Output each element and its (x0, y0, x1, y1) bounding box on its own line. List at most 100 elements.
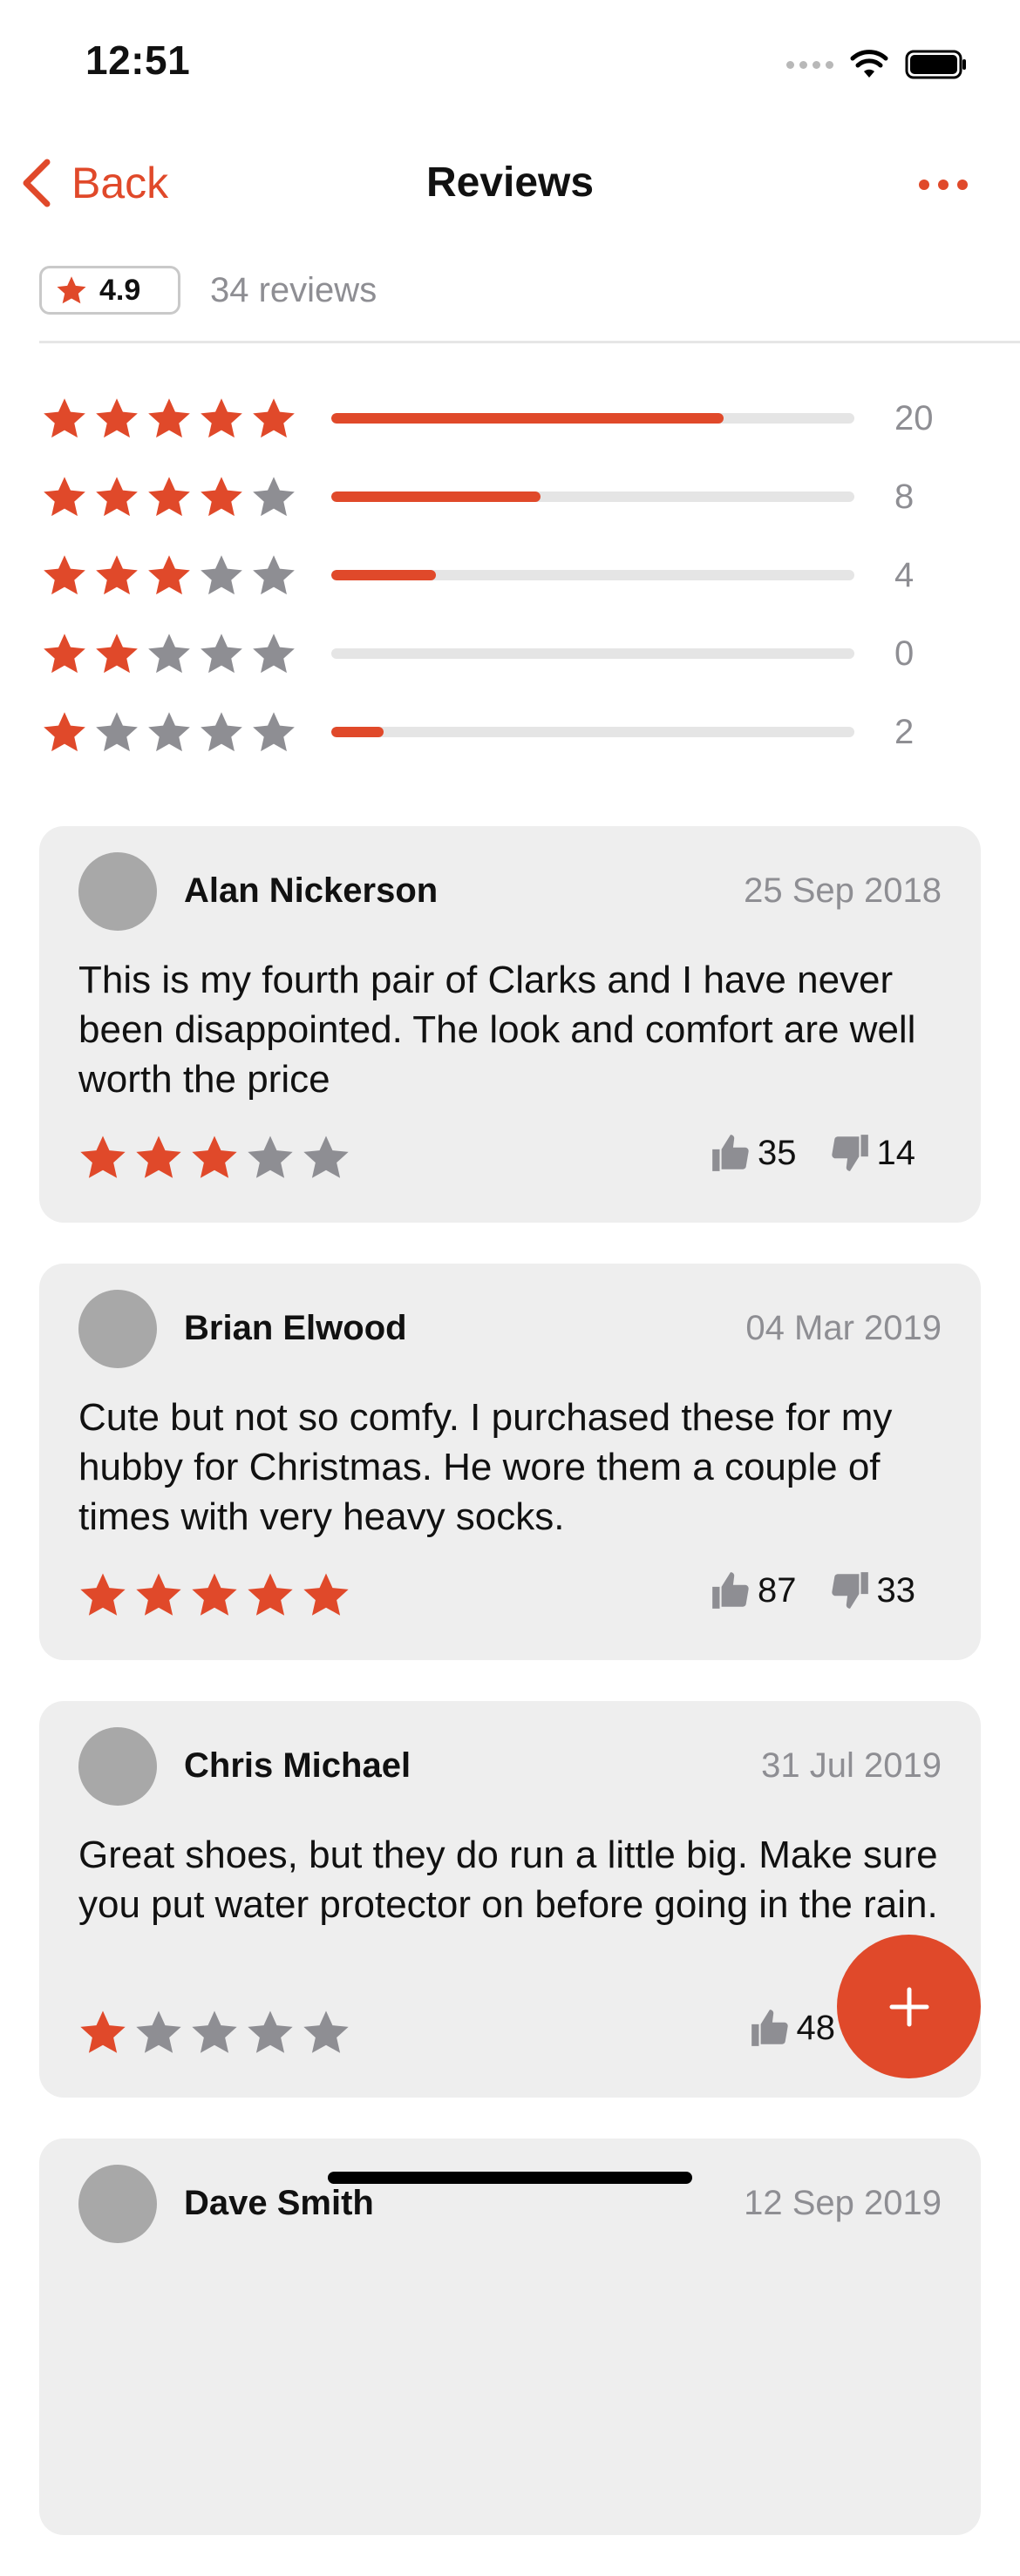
like-button[interactable]: 87 (709, 1569, 797, 1612)
divider (39, 341, 1020, 343)
star-icon (248, 1135, 293, 1178)
like-count: 48 (796, 2008, 836, 2047)
review-card: Chris Michael 31 Jul 2019 Great shoes, but… (39, 1701, 981, 2098)
review-star-rating (78, 1570, 350, 1619)
star-icon (57, 276, 86, 304)
status-bar: 12:51 (0, 0, 1020, 131)
star-icon (248, 1573, 293, 1616)
plus-icon (889, 1987, 928, 2026)
star-icon (148, 712, 190, 752)
rating-bar-fill (331, 491, 541, 502)
star-icon (44, 634, 85, 674)
star-icon (80, 1573, 126, 1616)
star-icon (192, 2010, 237, 2053)
star-icon (96, 398, 138, 438)
star-icon (148, 477, 190, 517)
battery-icon (905, 50, 966, 79)
review-count: 34 reviews (210, 270, 377, 309)
rating-breakdown-row: 0 (42, 614, 949, 693)
review-votes: 35 14 (709, 1131, 915, 1175)
star-icon (248, 2010, 293, 2053)
star-icon (253, 398, 295, 438)
thumbs-up-icon (712, 1572, 749, 1609)
star-icon (80, 1135, 126, 1178)
rating-bar (331, 570, 854, 580)
star-icon (96, 634, 138, 674)
star-icon (148, 634, 190, 674)
rating-count: 8 (894, 477, 915, 516)
page-title: Reviews (425, 159, 595, 206)
rating-breakdown-row: 4 (42, 536, 949, 614)
rating-value: 4.9 (99, 273, 141, 307)
star-icon (44, 398, 85, 438)
star-icon (303, 1135, 349, 1178)
thumbs-down-icon (831, 1572, 868, 1609)
star-icon (253, 555, 295, 595)
rating-breakdown-row: 2 (42, 693, 949, 771)
cellular-signal-icon (786, 60, 833, 69)
rating-breakdown: 20 8 4 0 2 (42, 379, 949, 771)
star-rating (42, 709, 296, 755)
star-icon (136, 2010, 181, 2053)
like-count: 87 (758, 1570, 797, 1610)
status-time: 12:51 (85, 37, 191, 83)
review-text: Cute but not so comfy. I purchased these… (78, 1396, 893, 1538)
rating-bar (331, 727, 854, 737)
status-icons (786, 47, 968, 82)
like-count: 35 (758, 1133, 797, 1172)
rating-bar (331, 648, 854, 659)
star-icon (96, 555, 138, 595)
review-author: Chris Michael (184, 1746, 411, 1785)
avatar (78, 1727, 157, 1806)
rating-bar-fill (331, 570, 436, 580)
review-star-rating (78, 2008, 350, 2057)
rating-badge: 4.9 (39, 266, 180, 315)
star-icon (136, 1135, 181, 1178)
rating-summary: 4.9 34 reviews (39, 263, 377, 317)
star-icon (253, 477, 295, 517)
dislike-button[interactable]: 14 (828, 1131, 916, 1175)
review-date: 12 Sep 2019 (744, 2184, 942, 2222)
star-icon (303, 2010, 349, 2053)
home-indicator (328, 2172, 692, 2184)
avatar (78, 1290, 157, 1368)
rating-bar-fill (331, 727, 384, 737)
star-icon (253, 712, 295, 752)
rating-breakdown-row: 8 (42, 458, 949, 536)
star-rating (42, 396, 296, 441)
review-author: Alan Nickerson (184, 871, 439, 910)
rating-count: 4 (894, 555, 915, 594)
add-review-button[interactable] (837, 1935, 981, 2078)
rating-bar (331, 413, 854, 424)
dislike-count: 14 (876, 1133, 916, 1172)
review-date: 25 Sep 2018 (744, 871, 942, 910)
review-card: Alan Nickerson 25 Sep 2018 This is my four… (39, 826, 981, 1223)
more-options-button[interactable] (919, 171, 975, 199)
star-icon (201, 712, 242, 752)
like-button[interactable]: 35 (709, 1131, 797, 1175)
star-icon (80, 2010, 126, 2053)
review-text: This is my fourth pair of Clarks and I h… (78, 959, 916, 1101)
star-icon (96, 712, 138, 752)
star-icon (253, 634, 295, 674)
dislike-button[interactable]: 33 (828, 1569, 915, 1612)
review-list: Alan Nickerson 25 Sep 2018 This is my four… (39, 826, 981, 2576)
star-icon (201, 555, 242, 595)
review-author: Dave Smith (184, 2184, 374, 2222)
thumbs-up-icon (751, 2010, 788, 2046)
wifi-icon (850, 50, 888, 78)
star-icon (96, 477, 138, 517)
star-icon (44, 555, 85, 595)
thumbs-down-icon (831, 1135, 868, 1171)
star-rating (42, 552, 296, 598)
review-date: 31 Jul 2019 (761, 1746, 942, 1785)
like-button[interactable]: 48 (748, 2006, 836, 2050)
review-votes: 87 33 (709, 1569, 915, 1612)
star-icon (192, 1573, 237, 1616)
review-card: Dave Smith 12 Sep 2019 (39, 2139, 981, 2535)
star-icon (201, 477, 242, 517)
navigation-bar: Back Reviews (0, 139, 1020, 222)
star-icon (148, 555, 190, 595)
rating-breakdown-row: 20 (42, 379, 949, 458)
review-card: Brian Elwood 04 Mar 2019 Cute but not so c… (39, 1264, 981, 1660)
